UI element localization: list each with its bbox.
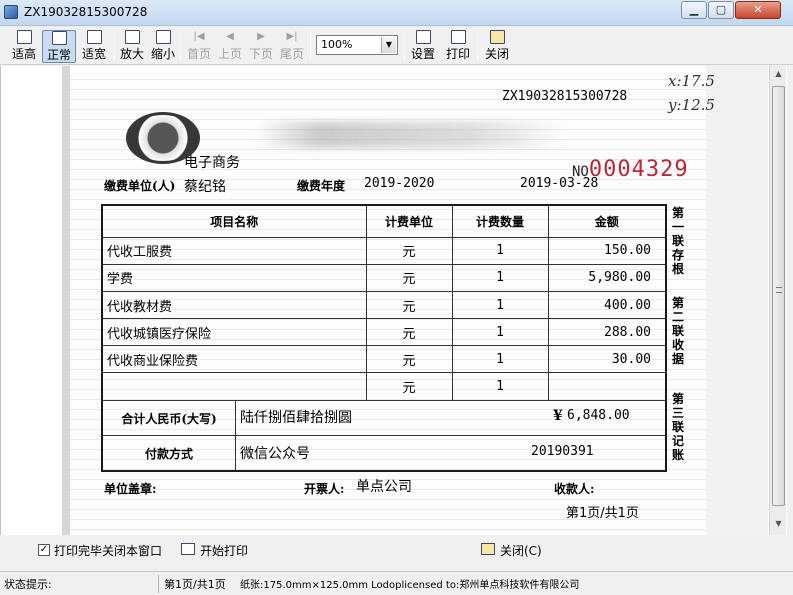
close-window-button[interactable]: ✕ — [735, 1, 781, 19]
settings-icon — [415, 30, 431, 44]
seal-label: 单位盖章: — [104, 482, 157, 496]
first-page-button[interactable]: |◀ 首页 — [185, 30, 213, 63]
payer-label: 缴费单位(人) — [104, 179, 176, 193]
total-label: 合计人民币(大写) — [121, 411, 217, 426]
toolbar-separator — [114, 32, 115, 60]
handwritten-x: x:17.5 — [668, 72, 715, 90]
table-row: 代收商业保险费 元 1 30.00 — [101, 345, 667, 374]
table-header: 项目名称 计费单位 计费数量 金额 — [101, 204, 667, 238]
receiver-label: 收款人: — [554, 482, 595, 496]
title-bar: ZX19032815300728 ▁ ▢ ✕ — [0, 0, 793, 26]
issuer-label: 开票人: — [304, 482, 345, 496]
status-bar: 状态提示: 第1页/共1页 纸张:175.0mm×125.0mm Lodopli… — [0, 571, 793, 595]
handwritten-y: y:12.5 — [668, 96, 715, 114]
year-value: 2019-2020 — [364, 176, 435, 191]
zoom-in-icon — [124, 30, 140, 44]
toolbar-separator — [310, 32, 311, 60]
column-header: 计费单位 — [365, 204, 453, 238]
settings-button[interactable]: 设置 — [409, 30, 437, 63]
column-header: 项目名称 — [101, 204, 367, 238]
total-symbol: ¥ — [553, 407, 563, 424]
chevron-down-icon[interactable]: ▼ — [381, 37, 396, 53]
table-row: 代收工服费 元 1 150.00 — [101, 236, 667, 265]
scroll-up-icon[interactable]: ▲ — [772, 69, 785, 81]
department: 电子商务 — [184, 155, 240, 171]
toolbar-separator — [404, 32, 405, 60]
zoom-value: 100% — [321, 38, 353, 51]
printer-icon — [450, 30, 466, 44]
minimize-button[interactable]: ▁ — [681, 1, 707, 19]
page-shadow — [62, 66, 70, 535]
app-icon — [4, 5, 18, 19]
toolbar-separator — [180, 32, 181, 60]
fit-width-icon — [86, 30, 102, 44]
side-copy-accounting: 第三联记账 — [671, 392, 684, 462]
close-folder-icon — [489, 30, 505, 44]
scrollbar-thumb[interactable] — [772, 86, 785, 506]
last-page-button[interactable]: ▶| 尾页 — [278, 30, 306, 63]
blurred-title — [256, 122, 566, 148]
page-margin — [706, 66, 768, 535]
next-page-button[interactable]: ▶ 下页 — [247, 30, 275, 63]
fit-width-button[interactable]: 适宽 — [78, 30, 110, 63]
close-folder-icon — [481, 543, 495, 555]
pay-reference: 20190391 — [531, 443, 594, 459]
zoom-in-button[interactable]: 放大 — [118, 30, 146, 63]
window-title: ZX19032815300728 — [24, 5, 148, 19]
pay-method: 微信公众号 — [240, 445, 310, 462]
fit-height-icon — [16, 30, 32, 44]
total-words: 陆仟捌佰肆拾捌圆 — [240, 409, 352, 426]
print-button[interactable]: 打印 — [444, 30, 472, 63]
prev-page-icon: ◀ — [226, 31, 234, 42]
table-row: 元 1 — [101, 372, 667, 401]
side-copy-stub: 第一联存根 — [671, 206, 684, 276]
close-preview-button[interactable]: 关闭 — [483, 30, 511, 63]
close-after-print-checkbox[interactable]: ✓ — [38, 544, 50, 556]
payment-row: 付款方式 微信公众号 20190391 — [101, 434, 667, 472]
normal-view-button[interactable]: 正常 — [42, 30, 76, 63]
pay-method-label: 付款方式 — [144, 446, 193, 461]
grip-icon — [776, 287, 782, 293]
total-amount: 6,848.00 — [567, 407, 630, 423]
column-header: 计费数量 — [451, 204, 549, 238]
table-row: 代收教材费 元 1 400.00 — [101, 290, 667, 320]
printer-icon — [181, 543, 195, 555]
serial-number: NO0004329 — [572, 157, 689, 182]
table-row: 学费 元 1 5,980.00 — [101, 263, 667, 292]
page-indicator: 第1页/共1页 — [566, 506, 639, 521]
toolbar: 适高 正常 适宽 放大 缩小 |◀ 首页 ◀ 上页 ▶ 下页 ▶| 尾页 100… — [0, 27, 793, 65]
column-header: 金额 — [547, 204, 667, 238]
maximize-button[interactable]: ▢ — [708, 1, 734, 19]
toolbar-separator — [477, 32, 478, 60]
normal-view-icon — [51, 31, 67, 45]
doc-number: ZX19032815300728 — [502, 89, 628, 104]
close-button[interactable]: 关闭(C) — [500, 542, 542, 559]
start-print-button[interactable]: 开始打印 — [200, 542, 248, 559]
status-label: 状态提示: — [4, 578, 52, 591]
zoom-select[interactable]: 100% ▼ — [316, 35, 398, 55]
scroll-down-icon[interactable]: ▼ — [772, 519, 785, 531]
status-page: 第1页/共1页 — [164, 578, 226, 591]
zoom-out-button[interactable]: 缩小 — [149, 30, 177, 63]
payer-name: 蔡纪铭 — [184, 179, 226, 195]
table-row: 代收城镇医疗保险 元 1 288.00 — [101, 318, 667, 347]
issuer-name: 单点公司 — [356, 479, 412, 495]
receipt-page: ZX19032815300728 x:17.5 y:12.5 电子商务 缴费单位… — [70, 70, 715, 534]
status-paper: 纸张:175.0mm×125.0mm Lodoplicensed to:郑州单点… — [240, 580, 580, 591]
prev-page-button[interactable]: ◀ 上页 — [216, 30, 244, 63]
side-copy-receipt: 第二联收据 — [671, 296, 684, 366]
total-row: 合计人民币(大写) 陆仟捌佰肆拾捌圆 ¥ 6,848.00 — [101, 399, 667, 436]
fee-table: 项目名称 计费单位 计费数量 金额 代收工服费 元 1 150.00 学费 元 … — [101, 204, 667, 472]
year-label: 缴费年度 — [297, 179, 346, 193]
zoom-out-icon — [155, 30, 171, 44]
next-page-icon: ▶ — [257, 31, 265, 42]
print-options-bar: ✓ 打印完毕关闭本窗口 开始打印 关闭(C) — [0, 536, 793, 570]
first-page-icon: |◀ — [193, 31, 205, 42]
close-after-print-label[interactable]: 打印完毕关闭本窗口 — [54, 542, 162, 559]
last-page-icon: ▶| — [286, 31, 298, 42]
vertical-scrollbar[interactable]: ▲ ▼ — [769, 66, 786, 535]
fit-height-button[interactable]: 适高 — [8, 30, 40, 63]
